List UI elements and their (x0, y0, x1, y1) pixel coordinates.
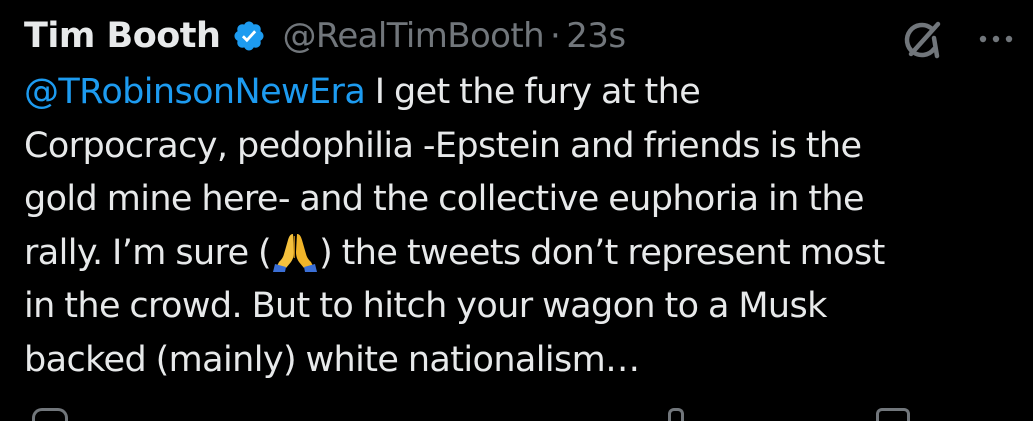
tweet-text-line-4-pre: rally. I’m sure ( (24, 232, 272, 273)
tweet-text-line-6: backed (mainly) white nationalism… (24, 339, 640, 380)
tweet-text-line-4: rally. I’m sure ( ) the tweets don’t rep… (24, 227, 1024, 281)
mention-link[interactable]: @TRobinsonNewEra (24, 72, 366, 112)
author-handle[interactable]: @RealTimBooth (282, 16, 544, 56)
more-icon[interactable] (974, 22, 1018, 56)
author-display-name[interactable]: Tim Booth (24, 16, 221, 56)
tweet-text-line-5: in the crowd. But to hitch your wagon to… (24, 286, 827, 326)
tweet-header: Tim Booth @RealTimBooth · 23s (24, 10, 626, 62)
tweet-text-line-2: Corpocracy, pedophilia -Epstein and frie… (24, 125, 862, 166)
tweet-text-line-4-post: ) the tweets don’t represent most (319, 232, 885, 273)
action-bar-peek (0, 404, 1033, 421)
tweet[interactable]: Tim Booth @RealTimBooth · 23s @TRobinson… (0, 0, 1033, 421)
grok-icon[interactable] (898, 16, 946, 64)
verified-badge-icon[interactable] (232, 19, 266, 53)
tweet-text: @TRobinsonNewEra I get the fury at the C… (24, 66, 1024, 387)
tweet-text-line-3: gold mine here- and the collective eupho… (24, 179, 865, 219)
folded-hands-emoji-icon (273, 228, 318, 272)
tweet-timestamp[interactable]: 23s (566, 16, 626, 56)
separator-dot: · (550, 16, 561, 56)
tweet-text-line-1: @TRobinsonNewEra I get the fury at the (24, 66, 1024, 120)
tweet-text-line-1-rest: I get the fury at the (365, 72, 701, 112)
